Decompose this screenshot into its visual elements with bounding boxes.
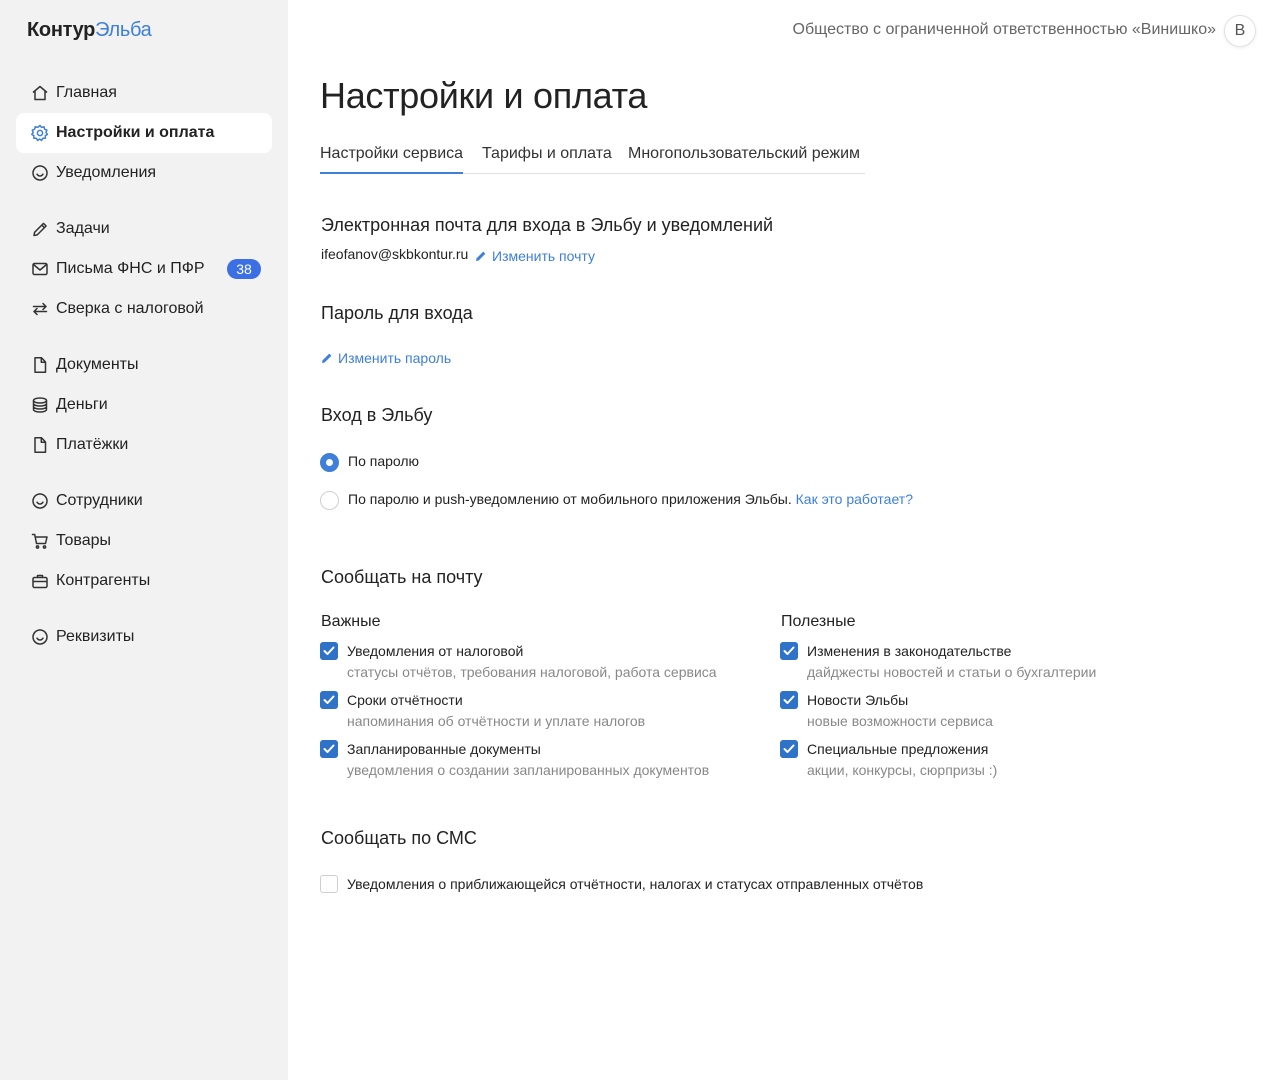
scheduled-docs-label: Запланированные документы bbox=[347, 741, 541, 757]
report-deadlines-checkbox[interactable] bbox=[320, 691, 338, 709]
smiley-icon bbox=[30, 491, 50, 511]
coins-stack-icon bbox=[30, 395, 50, 415]
email-value: ifeofanov@skbkontur.ru bbox=[321, 246, 469, 262]
special-offers-checkbox[interactable] bbox=[780, 740, 798, 758]
tab-multiuser[interactable]: Многопользовательский режим bbox=[628, 142, 860, 173]
organization-name[interactable]: Общество с ограниченной ответственностью… bbox=[793, 21, 1216, 39]
sms-notify-title: Сообщать по СМС bbox=[321, 828, 477, 848]
elba-news-label: Новости Эльбы bbox=[807, 692, 909, 708]
sms-reports-label: Уведомления о приближающейся отчётности,… bbox=[347, 876, 924, 892]
sidebar-item-tasks[interactable]: Задачи bbox=[16, 209, 272, 249]
login-push-option: По паролю и push-уведомлению от мобильно… bbox=[348, 489, 913, 509]
change-password-label: Изменить пароль bbox=[338, 350, 452, 366]
logo-product: Эльба bbox=[95, 19, 152, 41]
special-offers-label: Специальные предложения bbox=[807, 741, 989, 757]
logo[interactable]: КонтурЭльба bbox=[27, 19, 152, 42]
sidebar-item-label: Контрагенты bbox=[56, 572, 151, 589]
sidebar-item-label: Сотрудники bbox=[56, 492, 143, 509]
swap-arrows-icon bbox=[30, 299, 50, 319]
law-changes-desc: дайджесты новостей и статьи о бухгалтери… bbox=[807, 664, 1097, 680]
sidebar-item-money[interactable]: Деньги bbox=[16, 385, 272, 425]
sidebar-item-label: Настройки и оплата bbox=[56, 124, 215, 141]
tab-tariffs[interactable]: Тарифы и оплата bbox=[482, 142, 612, 173]
sidebar-item-label: Задачи bbox=[56, 220, 110, 237]
change-email-link[interactable]: Изменить почту bbox=[475, 246, 595, 266]
sidebar-item-payments[interactable]: Платёжки bbox=[16, 425, 272, 465]
login-section-title: Вход в Эльбу bbox=[321, 405, 433, 425]
password-section-title: Пароль для входа bbox=[321, 303, 473, 323]
tax-notifications-checkbox[interactable] bbox=[320, 642, 338, 660]
logo-brand: Контур bbox=[27, 19, 96, 41]
login-push-radio[interactable] bbox=[320, 491, 339, 510]
sidebar-item-employees[interactable]: Сотрудники bbox=[16, 481, 272, 521]
tax-notifications-label: Уведомления от налоговой bbox=[347, 643, 524, 659]
document-icon bbox=[30, 435, 50, 455]
report-deadlines-label: Сроки отчётности bbox=[347, 692, 463, 708]
pencil-icon bbox=[30, 219, 50, 239]
sidebar-item-label: Платёжки bbox=[56, 436, 129, 453]
home-icon bbox=[30, 83, 50, 103]
sidebar-item-goods[interactable]: Товары bbox=[16, 521, 272, 561]
pencil-icon bbox=[322, 353, 332, 363]
email-section-title: Электронная почта для входа в Эльбу и ув… bbox=[321, 215, 774, 235]
law-changes-label: Изменения в законодательстве bbox=[807, 643, 1012, 659]
settings-gear-icon bbox=[30, 123, 50, 143]
report-deadlines-desc: напоминания об отчётности и уплате налог… bbox=[347, 713, 646, 729]
important-group-title: Важные bbox=[321, 613, 381, 630]
envelope-icon bbox=[30, 259, 50, 279]
smiley-icon bbox=[30, 163, 50, 183]
login-password-label: По паролю bbox=[348, 453, 420, 469]
sidebar-item-label: Товары bbox=[56, 532, 112, 549]
special-offers-desc: акции, конкурсы, сюрпризы :) bbox=[807, 762, 998, 778]
smiley-icon bbox=[30, 627, 50, 647]
sidebar: КонтурЭльба Главная Настройки и оплата У… bbox=[0, 0, 288, 1080]
cart-icon bbox=[30, 531, 50, 551]
scheduled-docs-checkbox[interactable] bbox=[320, 740, 338, 758]
elba-news-desc: новые возможности сервиса bbox=[807, 713, 993, 729]
sidebar-item-settings[interactable]: Настройки и оплата bbox=[16, 113, 272, 153]
useful-group-title: Полезные bbox=[781, 613, 856, 630]
sidebar-item-label: Деньги bbox=[56, 396, 108, 413]
sidebar-item-label: Реквизиты bbox=[56, 628, 135, 645]
tax-notifications-desc: статусы отчётов, требования налоговой, р… bbox=[347, 664, 717, 680]
sidebar-item-home[interactable]: Главная bbox=[16, 73, 272, 113]
sidebar-item-label: Письма ФНС и ПФР bbox=[56, 260, 205, 277]
page-title: Настройки и оплата bbox=[320, 75, 648, 116]
sidebar-item-label: Сверка с налоговой bbox=[56, 300, 204, 317]
sidebar-item-label: Уведомления bbox=[56, 164, 157, 181]
sidebar-item-label: Главная bbox=[56, 84, 117, 101]
law-changes-checkbox[interactable] bbox=[780, 642, 798, 660]
login-password-radio[interactable] bbox=[320, 453, 339, 472]
sidebar-item-notifications[interactable]: Уведомления bbox=[16, 153, 272, 193]
avatar[interactable]: В bbox=[1224, 15, 1256, 47]
how-it-works-link[interactable]: Как это работает? bbox=[796, 491, 913, 507]
email-notify-title: Сообщать на почту bbox=[321, 567, 483, 587]
sidebar-item-requisites[interactable]: Реквизиты bbox=[16, 617, 272, 657]
change-password-link[interactable]: Изменить пароль bbox=[321, 348, 451, 368]
sidebar-item-letters[interactable]: Письма ФНС и ПФР 38 bbox=[16, 249, 272, 289]
change-email-label: Изменить почту bbox=[492, 248, 595, 264]
tab-service-settings[interactable]: Настройки сервиса bbox=[320, 142, 464, 174]
sidebar-item-label: Документы bbox=[56, 356, 139, 373]
sidebar-item-documents[interactable]: Документы bbox=[16, 345, 272, 385]
login-push-label: По паролю и push-уведомлению от мобильно… bbox=[348, 491, 792, 507]
sidebar-item-reconciliation[interactable]: Сверка с налоговой bbox=[16, 289, 272, 329]
sms-reports-checkbox[interactable] bbox=[320, 875, 338, 893]
tab-bar: Настройки сервиса Тарифы и оплата Многоп… bbox=[320, 142, 865, 174]
elba-news-checkbox[interactable] bbox=[780, 691, 798, 709]
scheduled-docs-desc: уведомления о создании запланированных д… bbox=[347, 762, 710, 778]
briefcase-icon bbox=[30, 571, 50, 591]
unread-count-badge: 38 bbox=[227, 259, 261, 279]
document-icon bbox=[30, 355, 50, 375]
pencil-icon bbox=[476, 251, 486, 261]
sidebar-item-contractors[interactable]: Контрагенты bbox=[16, 561, 272, 601]
